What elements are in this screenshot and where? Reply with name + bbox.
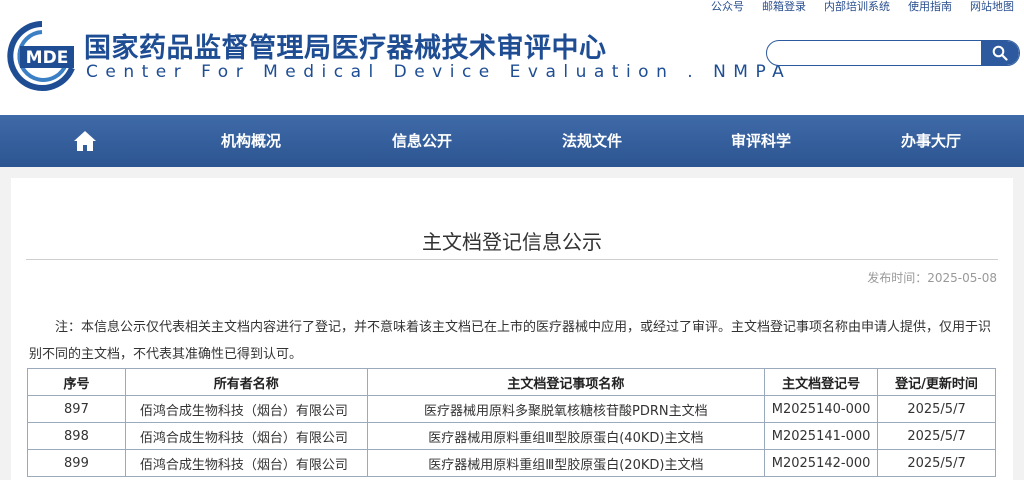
cell-index: 898 xyxy=(27,422,126,450)
cell-index: 897 xyxy=(27,395,126,423)
top-link-sitemap[interactable]: 网站地图 xyxy=(970,0,1014,16)
cell-item-name: 医疗器械用原料重组Ⅲ型胶原蛋白(20KD)主文档 xyxy=(366,449,766,477)
publish-date-value: 2025-05-08 xyxy=(927,271,997,285)
search-button[interactable] xyxy=(981,41,1019,65)
search-icon xyxy=(992,45,1008,61)
nav-item-about[interactable]: 机构概况 xyxy=(221,115,281,167)
publish-date-label: 发布时间： xyxy=(867,271,928,285)
nav-item-info-disclosure[interactable]: 信息公开 xyxy=(392,115,452,167)
table-row: 899 佰鸿合成生物科技（烟台）有限公司 医疗器械用原料重组Ⅲ型胶原蛋白(20K… xyxy=(27,449,996,477)
top-link-training-system[interactable]: 内部培训系统 xyxy=(824,0,890,16)
table-header-row: 序号 所有者名称 主文档登记事项名称 主文档登记号 登记/更新时间 xyxy=(27,368,996,396)
cell-owner: 佰鸿合成生物科技（烟台）有限公司 xyxy=(124,395,368,423)
nav-item-service-hall[interactable]: 办事大厅 xyxy=(901,115,961,167)
page-title: 主文档登记信息公示 xyxy=(422,230,602,254)
table-row: 897 佰鸿合成生物科技（烟台）有限公司 医疗器械用原料多聚脱氧核糖核苷酸PDR… xyxy=(27,395,996,423)
top-link-email-login[interactable]: 邮箱登录 xyxy=(762,0,806,16)
main-nav: 机构概况 信息公开 法规文件 审评科学 办事大厅 xyxy=(0,115,1024,167)
col-header-reg-number: 主文档登记号 xyxy=(764,368,879,396)
cell-index: 899 xyxy=(27,449,126,477)
cell-reg-number: M2025140-000 xyxy=(764,395,879,423)
mde-logo[interactable]: MDE xyxy=(6,20,78,92)
home-icon[interactable] xyxy=(72,129,98,153)
top-link-user-guide[interactable]: 使用指南 xyxy=(908,0,952,16)
cell-item-name: 医疗器械用原料重组Ⅲ型胶原蛋白(40KD)主文档 xyxy=(366,422,766,450)
table-row: 898 佰鸿合成生物科技（烟台）有限公司 医疗器械用原料重组Ⅲ型胶原蛋白(40K… xyxy=(27,422,996,450)
publish-date: 发布时间：2025-05-08 xyxy=(867,269,997,286)
cell-owner: 佰鸿合成生物科技（烟台）有限公司 xyxy=(124,449,368,477)
site-title-cn: 国家药品监督管理局医疗器械技术审评中心 xyxy=(84,33,607,64)
disclaimer-note: 注：本信息公示仅代表相关主文档内容进行了登记，并不意味着该主文档已在上市的医疗器… xyxy=(29,320,992,362)
master-file-table: 序号 所有者名称 主文档登记事项名称 主文档登记号 登记/更新时间 897 佰鸿… xyxy=(27,368,996,477)
cell-update-time: 2025/5/7 xyxy=(877,395,996,423)
col-header-update-time: 登记/更新时间 xyxy=(877,368,996,396)
top-link-wechat[interactable]: 公众号 xyxy=(711,0,744,16)
cell-update-time: 2025/5/7 xyxy=(877,422,996,450)
cell-item-name: 医疗器械用原料多聚脱氧核糖核苷酸PDRN主文档 xyxy=(366,395,766,423)
top-links: 公众号 邮箱登录 内部培训系统 使用指南 网站地图 xyxy=(711,0,1014,16)
article-panel: 主文档登记信息公示 发布时间：2025-05-08 注：本信息公示仅代表相关主文… xyxy=(11,178,1013,480)
title-divider xyxy=(26,259,998,260)
nav-item-regulations[interactable]: 法规文件 xyxy=(562,115,622,167)
cell-reg-number: M2025142-000 xyxy=(764,449,879,477)
col-header-item-name: 主文档登记事项名称 xyxy=(366,368,766,396)
nav-item-review-science[interactable]: 审评科学 xyxy=(731,115,791,167)
col-header-owner: 所有者名称 xyxy=(124,368,368,396)
col-header-index: 序号 xyxy=(27,368,126,396)
cell-owner: 佰鸿合成生物科技（烟台）有限公司 xyxy=(124,422,368,450)
search-box xyxy=(766,40,1020,66)
cell-reg-number: M2025141-000 xyxy=(764,422,879,450)
search-input[interactable] xyxy=(777,44,981,64)
cell-update-time: 2025/5/7 xyxy=(877,449,996,477)
site-header: 公众号 邮箱登录 内部培训系统 使用指南 网站地图 MDE 国家药品监督管理局医… xyxy=(0,0,1024,115)
logo-text: MDE xyxy=(26,48,69,68)
site-title-en: Center For Medical Device Evaluation . N… xyxy=(86,62,792,82)
